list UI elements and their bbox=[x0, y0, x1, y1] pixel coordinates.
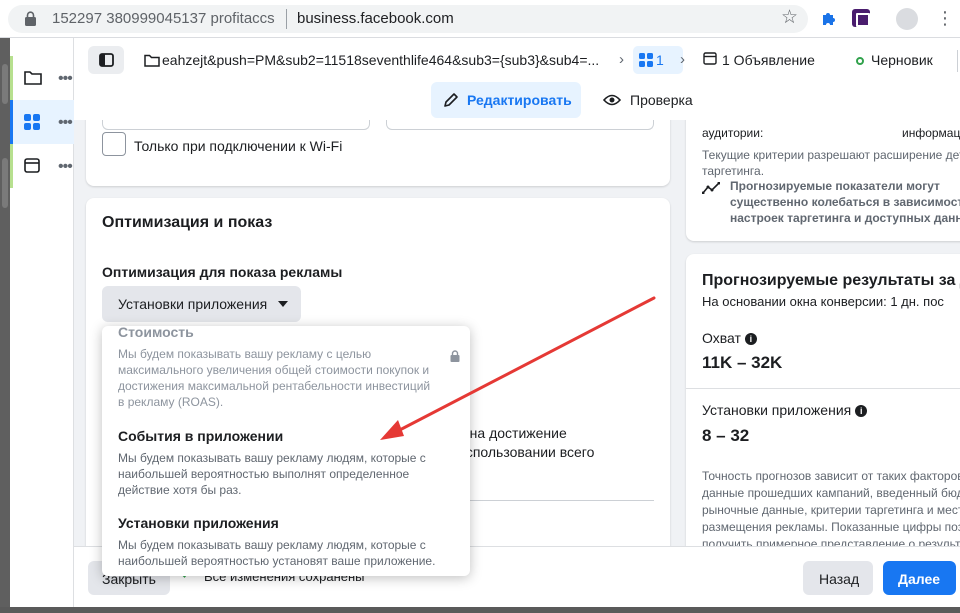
eye-icon bbox=[603, 94, 621, 106]
results-footnote: Точность прогнозов зависит от таких факт… bbox=[702, 469, 960, 546]
reach-label-row: Охват i bbox=[702, 330, 757, 346]
more-options-icon[interactable]: ••• bbox=[58, 70, 73, 88]
grid-icon bbox=[639, 53, 653, 67]
folder-icon bbox=[144, 54, 160, 67]
reach-label: Охват bbox=[702, 330, 741, 346]
back-label: Назад bbox=[819, 571, 860, 587]
optimization-goal-menu: Стоимость Мы будем показывать вашу рекла… bbox=[102, 326, 470, 576]
puzzle-extension-icon[interactable] bbox=[820, 10, 838, 28]
option-title: Стоимость bbox=[118, 326, 194, 340]
nav-highlight-bar bbox=[10, 144, 13, 188]
lock-icon bbox=[450, 350, 460, 362]
option-title: Установки приложения bbox=[118, 515, 279, 531]
results-subtitle: На основании окна конверсии: 1 дн. пос bbox=[702, 294, 944, 309]
url-profile-text: 152297 380999045137 profitaccs bbox=[52, 10, 275, 27]
extension-app-icon[interactable] bbox=[852, 9, 870, 27]
lock-icon bbox=[25, 11, 36, 26]
ad-window-icon bbox=[24, 158, 40, 173]
ad-window-icon bbox=[703, 52, 717, 65]
left-edge-strip bbox=[0, 38, 10, 613]
nav-highlight-bar bbox=[10, 100, 13, 144]
status-dot-icon bbox=[856, 57, 864, 65]
menu-option-value: Стоимость Мы будем показывать вашу рекла… bbox=[118, 326, 438, 410]
wifi-only-label: Только при подключении к Wi-Fi bbox=[134, 138, 343, 154]
more-options-icon[interactable]: ••• bbox=[58, 158, 73, 176]
url-separator bbox=[286, 9, 287, 29]
next-label: Далее bbox=[898, 571, 941, 587]
option-description: Мы будем показывать вашу рекламу с целью… bbox=[118, 347, 431, 409]
audience-definition-card: аудитории: информац Текущие критерии раз… bbox=[686, 120, 960, 241]
grid-icon bbox=[24, 114, 40, 130]
estimated-results-card: Прогнозируемые результаты за д На основа… bbox=[686, 254, 960, 546]
nav-highlight-bar bbox=[10, 56, 13, 100]
chevron-right-icon: › bbox=[680, 51, 685, 68]
adset-count: 1 bbox=[656, 52, 664, 68]
obscured-text: использовании всего bbox=[458, 444, 595, 460]
trend-line-icon bbox=[702, 182, 720, 194]
breadcrumb-adset[interactable]: 1 bbox=[633, 46, 683, 74]
divider bbox=[458, 500, 654, 501]
menu-option-app-installs[interactable]: Установки приложения Мы будем показывать… bbox=[118, 515, 438, 569]
breadcrumb-campaign[interactable]: eahzejt&push=PM&sub2=11518seventhlife464… bbox=[162, 52, 599, 68]
audience-label-right: информац bbox=[902, 126, 960, 140]
divider bbox=[686, 388, 960, 389]
text-field[interactable] bbox=[386, 120, 654, 130]
next-button[interactable]: Далее bbox=[883, 561, 956, 595]
header-divider bbox=[957, 50, 958, 72]
text-field[interactable] bbox=[102, 120, 370, 130]
review-mode-button[interactable]: Проверка bbox=[601, 82, 711, 118]
back-button[interactable]: Назад bbox=[803, 561, 873, 595]
audience-label: аудитории: bbox=[702, 126, 764, 140]
optimization-field-label: Оптимизация для показа рекламы bbox=[102, 264, 343, 280]
info-icon[interactable]: i bbox=[855, 405, 868, 417]
results-title: Прогнозируемые результаты за д bbox=[702, 272, 960, 289]
info-icon[interactable]: i bbox=[744, 333, 757, 345]
edit-mode-button[interactable]: Редактировать bbox=[431, 82, 581, 118]
chevron-right-icon: › bbox=[619, 51, 624, 68]
sidebar-panel-icon bbox=[99, 53, 114, 67]
browser-toolbar: 152297 380999045137 profitaccs business.… bbox=[0, 0, 960, 38]
sidebar-toggle-button[interactable] bbox=[88, 46, 124, 74]
edit-mode-label: Редактировать bbox=[467, 92, 572, 108]
browser-menu-icon[interactable]: ⋮ bbox=[936, 8, 954, 28]
nav-campaign-row[interactable]: ••• bbox=[10, 56, 74, 100]
section-title: Оптимизация и показ bbox=[102, 214, 273, 231]
reach-value: 11K – 32K bbox=[702, 353, 783, 372]
caret-down-icon bbox=[278, 301, 288, 307]
edge-tab bbox=[2, 158, 8, 208]
edge-tab bbox=[2, 64, 8, 104]
nav-ad-row[interactable]: ••• bbox=[10, 144, 74, 188]
menu-option-app-events[interactable]: События в приложении Мы будем показывать… bbox=[118, 428, 438, 498]
url-domain-text: business.facebook.com bbox=[297, 10, 454, 27]
nav-adset-row[interactable]: ••• bbox=[10, 100, 74, 144]
obscured-text: а на достижение bbox=[458, 425, 567, 441]
wifi-only-checkbox[interactable] bbox=[102, 132, 126, 156]
profile-avatar-icon[interactable] bbox=[896, 8, 918, 30]
optimization-goal-select[interactable]: Установки приложения bbox=[102, 286, 301, 322]
installs-label-row: Установки приложения i bbox=[702, 402, 868, 418]
selected-goal: Установки приложения bbox=[118, 296, 268, 312]
bookmark-star-icon[interactable]: ☆ bbox=[781, 8, 798, 28]
campaign-tree-nav: ••• ••• ••• bbox=[10, 38, 74, 613]
editor-header: eahzejt&push=PM&sub2=11518seventhlife464… bbox=[74, 38, 960, 82]
page-below-strip bbox=[0, 607, 960, 613]
installs-label: Установки приложения bbox=[702, 402, 852, 418]
option-description: Мы будем показывать вашу рекламу людям, … bbox=[118, 538, 436, 568]
option-title: События в приложении bbox=[118, 428, 284, 444]
folder-icon bbox=[24, 71, 42, 85]
breadcrumb-ad[interactable]: 1 Объявление bbox=[722, 52, 815, 68]
audience-expansion-text: Текущие критерии разрешают расширение де… bbox=[702, 148, 960, 178]
installs-value: 8 – 32 bbox=[702, 426, 750, 445]
option-description: Мы будем показывать вашу рекламу людям, … bbox=[118, 451, 426, 497]
estimate-note: Прогнозируемые показатели могут существе… bbox=[730, 179, 960, 225]
more-options-icon[interactable]: ••• bbox=[58, 114, 73, 132]
mode-switcher: Редактировать Проверка bbox=[74, 82, 960, 120]
connection-settings-card: Только при подключении к Wi-Fi bbox=[86, 120, 670, 186]
pencil-icon bbox=[444, 93, 458, 107]
review-mode-label: Проверка bbox=[630, 92, 693, 108]
status-badge: Черновик bbox=[871, 52, 933, 68]
